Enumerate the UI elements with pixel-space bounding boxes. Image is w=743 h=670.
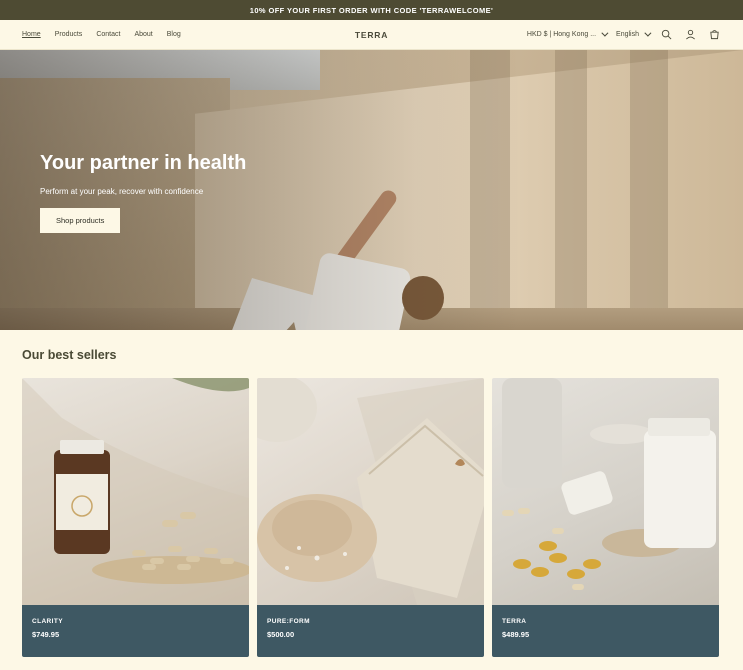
nav-about[interactable]: About — [134, 31, 152, 38]
product-name: CLARITY — [32, 618, 63, 625]
cart-icon[interactable] — [707, 28, 721, 42]
language-selector[interactable]: English — [616, 29, 652, 38]
product-card-clarity[interactable]: CLARITY $749.95 — [22, 378, 249, 657]
header-utilities: HKD $ | Hong Kong ... English — [527, 28, 721, 42]
announcement-text: 10% OFF YOUR FIRST ORDER WITH CODE 'TERR… — [249, 5, 494, 15]
hero-banner: Your partner in health Perform at your p… — [0, 50, 743, 330]
currency-label: HKD $ | Hong Kong ... — [526, 31, 597, 38]
currency-selector[interactable]: HKD $ | Hong Kong ... — [526, 29, 609, 38]
product-price: $489.95 — [502, 630, 530, 639]
chevron-down-icon — [644, 29, 652, 37]
language-label: English — [616, 31, 639, 38]
site-logo[interactable]: TERRA — [355, 30, 388, 40]
nav-contact[interactable]: Contact — [96, 31, 120, 38]
site-header: Home Products Contact About Blog TERRA H… — [0, 20, 743, 50]
main-nav: Home Products Contact About Blog — [22, 31, 181, 38]
product-price: $749.95 — [32, 630, 60, 639]
product-name: TERRA — [502, 618, 527, 625]
product-card-pure-form[interactable]: PURE:FORM $500.00 — [257, 378, 484, 657]
hero-subtitle: Perform at your peak, recover with confi… — [40, 187, 204, 196]
product-name: PURE:FORM — [267, 618, 310, 625]
shop-products-button[interactable]: Shop products — [40, 208, 121, 233]
product-info: PURE:FORM $500.00 — [257, 605, 484, 657]
nav-products[interactable]: Products — [55, 31, 83, 38]
product-price: $500.00 — [267, 630, 295, 639]
search-icon[interactable] — [659, 28, 673, 42]
nav-blog[interactable]: Blog — [167, 31, 181, 38]
chevron-down-icon — [601, 29, 609, 37]
hero-content: Your partner in health Perform at your p… — [40, 152, 246, 233]
announcement-bar: 10% OFF YOUR FIRST ORDER WITH CODE 'TERR… — [0, 0, 743, 20]
product-card-terra[interactable]: TERRA $489.95 — [492, 378, 719, 657]
hero-title: Your partner in health — [40, 152, 247, 174]
bestsellers-title: Our best sellers — [22, 348, 117, 362]
product-image-pure-form[interactable] — [257, 378, 484, 605]
nav-home[interactable]: Home — [22, 31, 41, 38]
product-image-clarity[interactable] — [22, 378, 249, 605]
product-info: TERRA $489.95 — [492, 605, 719, 657]
product-image-terra[interactable] — [492, 378, 719, 605]
product-info: CLARITY $749.95 — [22, 605, 249, 657]
account-icon[interactable] — [683, 28, 697, 42]
